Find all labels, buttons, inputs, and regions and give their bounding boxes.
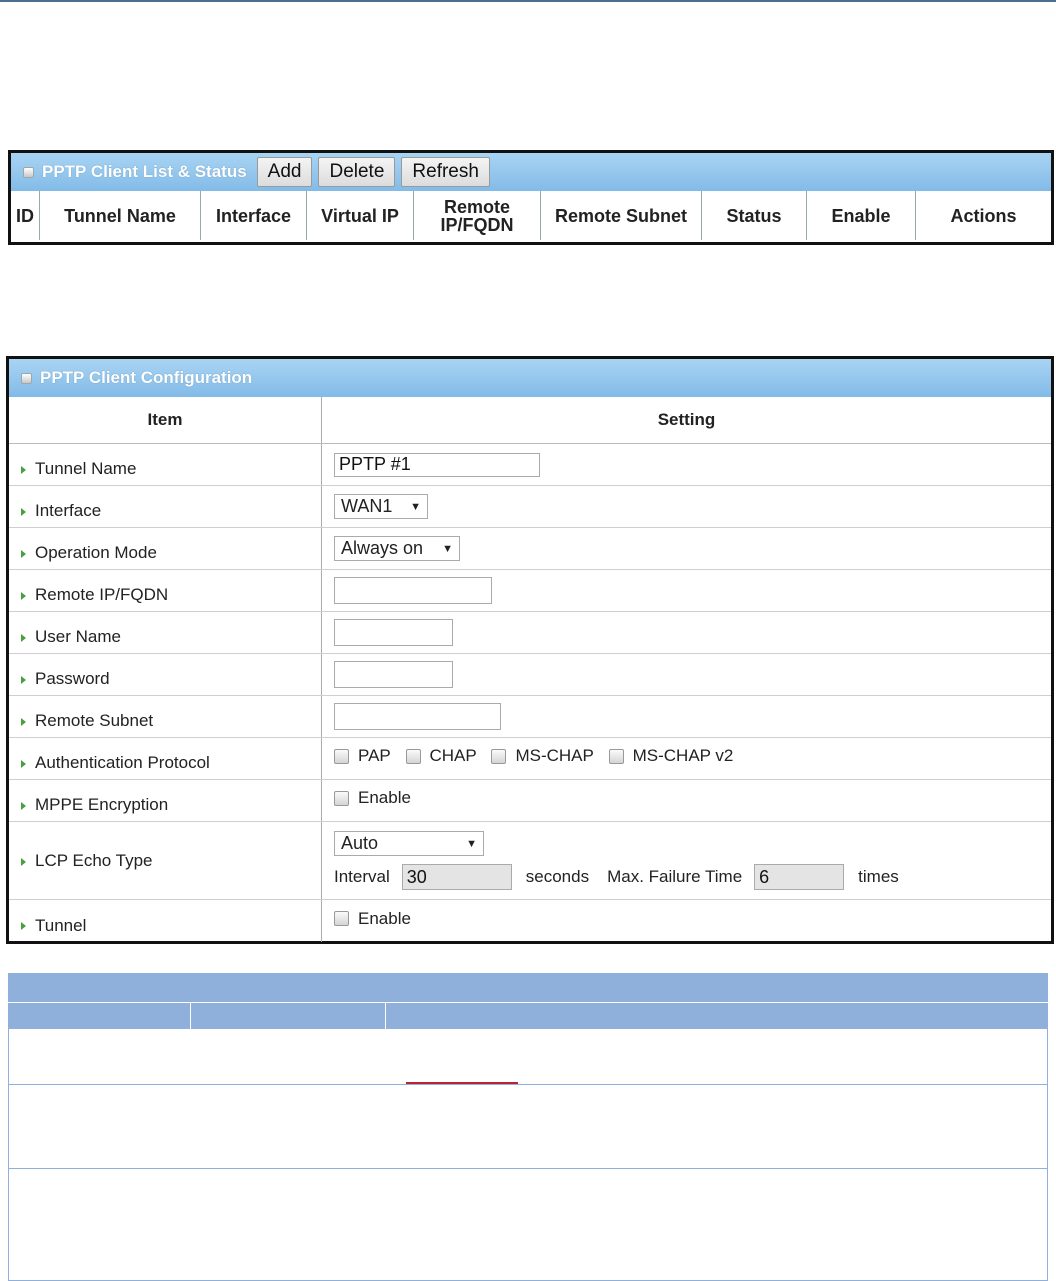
- interface-select[interactable]: WAN1 ▼: [334, 494, 428, 519]
- tunnel-enable-label: Enable: [358, 908, 411, 928]
- column-virtual-ip: Virtual IP: [306, 191, 414, 240]
- column-enable: Enable: [806, 191, 916, 240]
- tunnel-name-input[interactable]: [334, 452, 540, 477]
- password-input[interactable]: [334, 661, 453, 688]
- description-row: [8, 1169, 1048, 1281]
- column-actions: Actions: [950, 205, 1017, 226]
- bullet-arrow-icon: [21, 922, 26, 931]
- dropdown-caret-icon: ▼: [410, 500, 421, 513]
- times-label: times: [858, 867, 899, 886]
- bullet-arrow-icon: [21, 675, 26, 684]
- column-interface: Interface: [200, 191, 307, 240]
- password-row: Password: [9, 653, 1051, 696]
- dropdown-caret-icon: ▼: [442, 542, 453, 555]
- remote-ip-label: Remote IP/FQDN: [9, 569, 322, 612]
- bullet-arrow-icon: [21, 717, 26, 726]
- bullet-arrow-icon: [21, 801, 26, 810]
- remote-subnet-input[interactable]: [334, 703, 501, 730]
- password-label: Password: [9, 653, 322, 696]
- panel-bullet-icon: [23, 166, 34, 178]
- tunnel-enable-checkbox[interactable]: [334, 911, 349, 926]
- config-header-row: Item Setting: [9, 397, 1051, 444]
- description-table-header: [8, 973, 1048, 1003]
- chap-label: CHAP: [429, 746, 477, 766]
- column-remote-subnet: Remote Subnet: [540, 191, 702, 240]
- column-remote-ip: Remote IP/FQDN: [413, 191, 541, 240]
- setting-header: Setting: [321, 397, 1051, 444]
- client-list-table: ID Tunnel Name Interface Virtual IP Remo…: [11, 191, 1051, 240]
- config-panel-title: PPTP Client Configuration: [40, 368, 253, 387]
- bullet-arrow-icon: [21, 507, 26, 516]
- column-tunnel-name: Tunnel Name: [39, 191, 201, 240]
- bullet-arrow-icon: [21, 591, 26, 600]
- lcp-echo-type-select[interactable]: Auto ▼: [334, 831, 484, 856]
- interval-label: Interval: [334, 867, 390, 886]
- description-row: [8, 1085, 1048, 1169]
- list-panel-header: PPTP Client List & Status Add Delete Ref…: [11, 153, 1051, 191]
- bullet-arrow-icon: [21, 465, 26, 474]
- auth-protocol-row: Authentication Protocol PAP CHAP MS-CHAP…: [9, 737, 1051, 780]
- dropdown-caret-icon: ▼: [466, 837, 477, 850]
- tunnel-name-label: Tunnel Name: [9, 443, 322, 486]
- remote-subnet-label: Remote Subnet: [9, 695, 322, 738]
- bullet-arrow-icon: [21, 633, 26, 642]
- seconds-label: seconds: [525, 867, 590, 886]
- mppe-enable-checkbox[interactable]: [334, 790, 349, 806]
- config-table: Item Setting Tunnel Name Interface WAN1▼…: [9, 397, 1051, 942]
- bullet-arrow-icon: [21, 549, 26, 558]
- bullet-arrow-icon: [21, 759, 26, 768]
- tunnel-label: Tunnel: [9, 899, 322, 942]
- ms-chap-label: MS-CHAP: [515, 746, 594, 766]
- ms-chap-v2-label: MS-CHAP v2: [632, 746, 734, 766]
- pptp-client-list-panel: PPTP Client List & Status Add Delete Ref…: [8, 150, 1054, 245]
- operation-mode-select[interactable]: Always on ▼: [334, 536, 460, 561]
- ms-chap-checkbox[interactable]: [491, 748, 507, 764]
- refresh-button[interactable]: Refresh: [401, 157, 490, 187]
- tunnel-row: Tunnel Enable: [9, 899, 1051, 942]
- interface-label: Interface: [9, 485, 322, 528]
- remote-ip-input[interactable]: [334, 577, 492, 604]
- mppe-enable-label: Enable: [358, 788, 411, 808]
- auth-protocol-label: Authentication Protocol: [9, 737, 322, 780]
- interface-row: Interface WAN1 ▼: [9, 485, 1051, 528]
- bullet-arrow-icon: [21, 857, 26, 866]
- user-name-row: User Name: [9, 611, 1051, 654]
- pap-label: PAP: [358, 746, 391, 766]
- delete-button[interactable]: Delete: [318, 157, 396, 187]
- interval-input[interactable]: [401, 864, 512, 890]
- max-failure-label: Max. Failure Time: [607, 867, 743, 886]
- subheader-cell: [191, 1003, 386, 1029]
- chap-checkbox[interactable]: [405, 748, 421, 764]
- item-header: Item: [9, 397, 322, 444]
- column-id: ID: [11, 191, 40, 240]
- lcp-echo-label: LCP Echo Type: [9, 821, 322, 900]
- lcp-echo-row: LCP Echo Type Auto▼ Interval seconds Max…: [9, 821, 1051, 900]
- pptp-client-config-panel: PPTP Client Configuration Item Setting T…: [6, 356, 1054, 944]
- list-panel-title: PPTP Client List & Status: [42, 162, 247, 181]
- ms-chap-v2-checkbox[interactable]: [608, 748, 624, 764]
- hyperlink-underline[interactable]: [406, 1082, 518, 1084]
- description-row: [8, 1029, 1048, 1085]
- top-border-line: [0, 0, 1056, 2]
- subheader-cell: [8, 1003, 191, 1029]
- tunnel-name-row: Tunnel Name: [9, 443, 1051, 486]
- operation-mode-label: Operation Mode: [9, 527, 322, 570]
- mppe-label: MPPE Encryption: [9, 779, 322, 822]
- panel-bullet-icon: [21, 372, 32, 384]
- user-name-input[interactable]: [334, 619, 453, 646]
- operation-mode-row: Operation Mode Always on ▼: [9, 527, 1051, 570]
- config-panel-header: PPTP Client Configuration: [9, 359, 1051, 397]
- add-button[interactable]: Add: [256, 157, 313, 187]
- max-failure-input[interactable]: [754, 864, 845, 890]
- client-list-header-row: ID Tunnel Name Interface Virtual IP Remo…: [11, 191, 1051, 240]
- user-name-label: User Name: [9, 611, 322, 654]
- description-table: [8, 973, 1048, 1281]
- pap-checkbox[interactable]: [334, 748, 349, 764]
- mppe-row: MPPE Encryption Enable: [9, 779, 1051, 822]
- remote-ip-row: Remote IP/FQDN: [9, 569, 1051, 612]
- description-table-subheader: [8, 1003, 1048, 1029]
- remote-subnet-row: Remote Subnet: [9, 695, 1051, 738]
- column-status: Status: [701, 191, 807, 240]
- subheader-cell: [386, 1003, 1048, 1029]
